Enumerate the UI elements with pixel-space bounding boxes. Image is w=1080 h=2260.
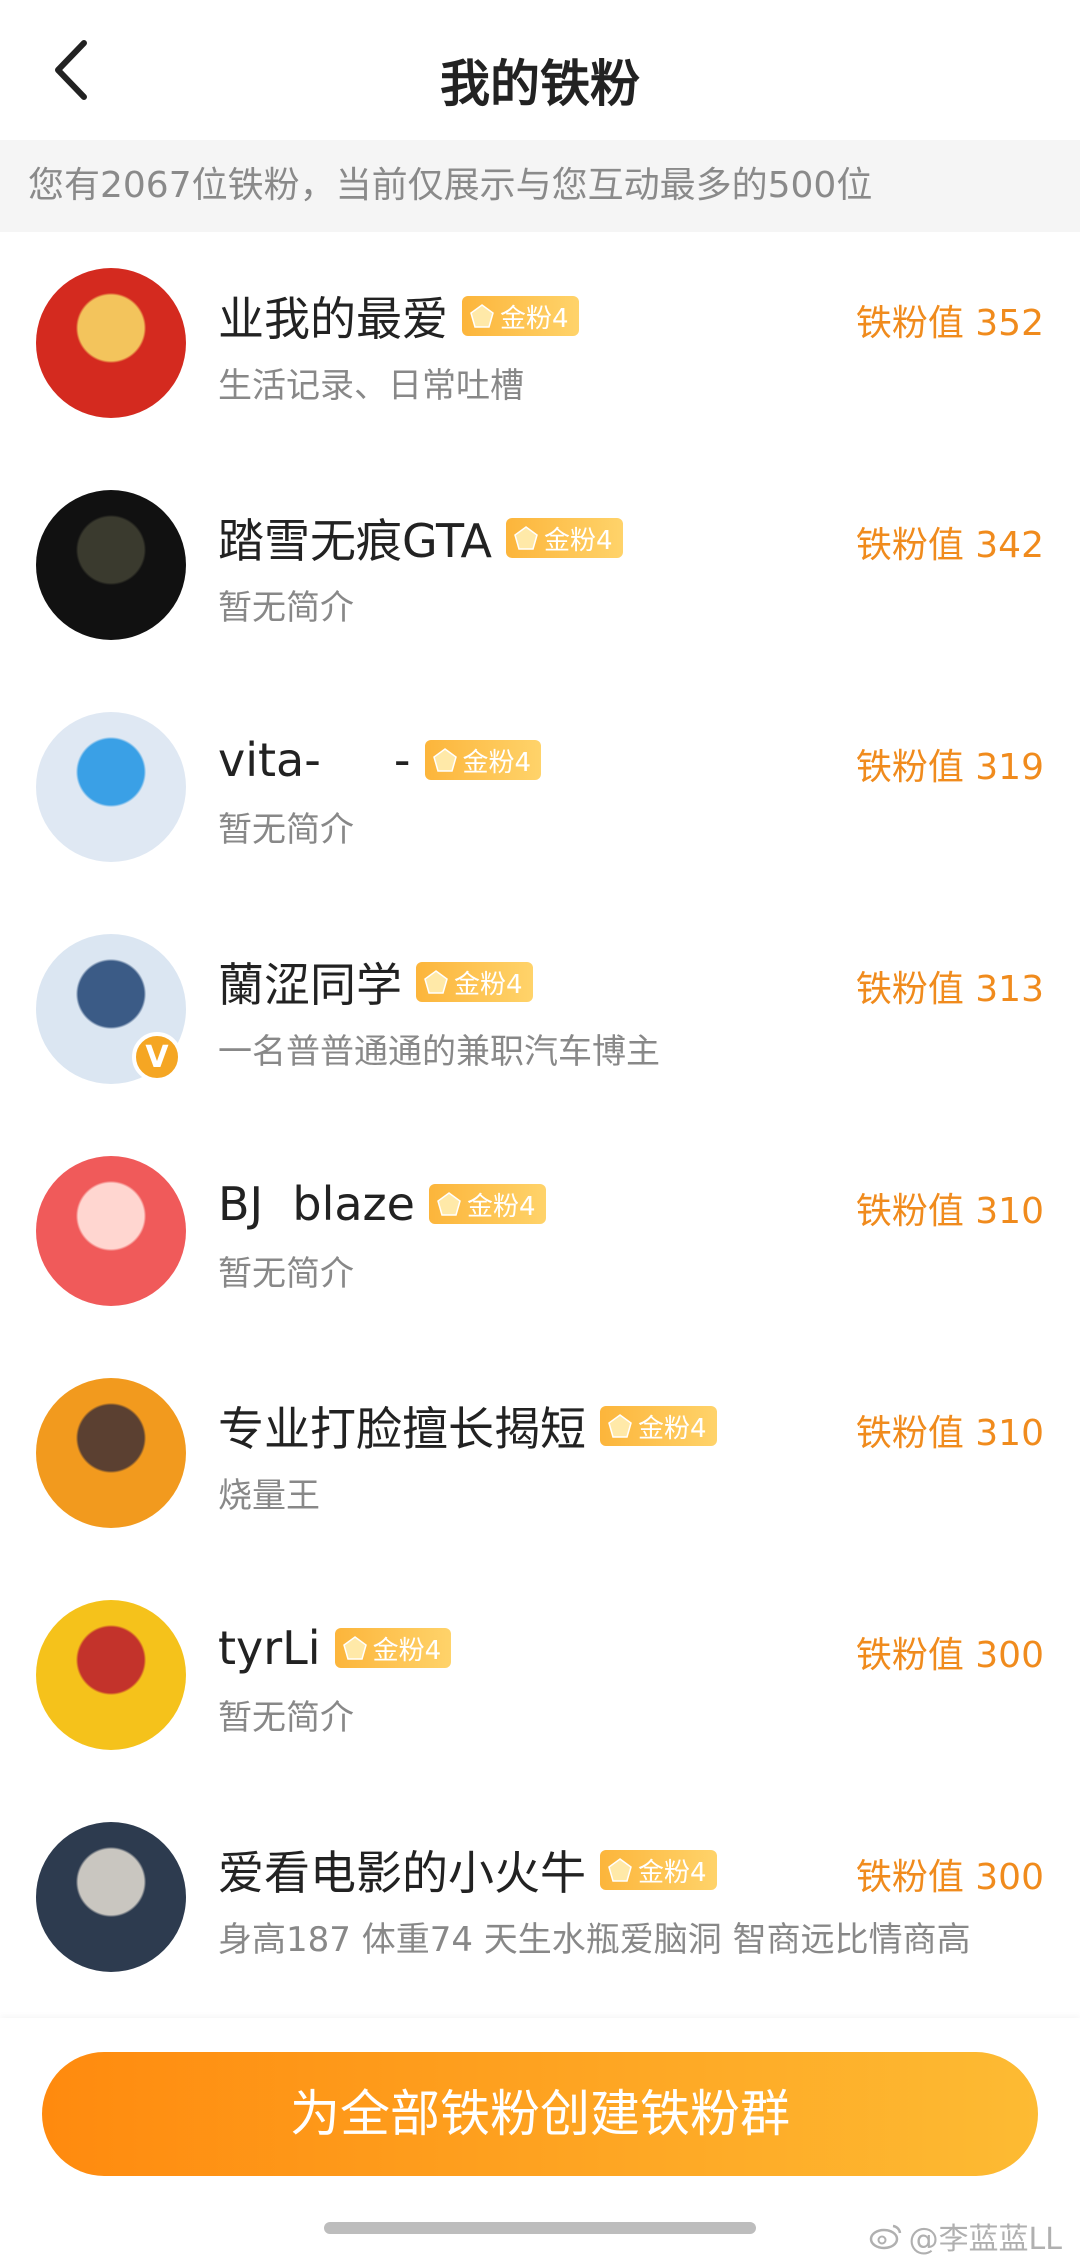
gem-icon bbox=[470, 304, 494, 328]
fan-bio: 暂无简介 bbox=[218, 588, 354, 628]
fan-bio: 生活记录、日常吐槽 bbox=[218, 366, 524, 406]
fan-score: 铁粉值 352 bbox=[855, 303, 1044, 344]
fan-row[interactable]: V 蘭涩同学 金粉4 一名普普通通的兼职汽车博主 铁粉值 313 bbox=[0, 898, 1080, 1120]
fan-level-label: 金粉4 bbox=[500, 303, 569, 334]
gem-icon bbox=[608, 1414, 632, 1438]
avatar[interactable] bbox=[36, 268, 186, 418]
name-line: tyrLi 金粉4 bbox=[218, 1616, 452, 1680]
name-line: 爱看电影的小火牛 金粉4 bbox=[218, 1838, 717, 1902]
fan-name[interactable]: tyrLi bbox=[218, 1621, 321, 1675]
fan-level-label: 金粉4 bbox=[466, 1191, 536, 1222]
fan-row[interactable]: tyrLi 金粉4 暂无简介 铁粉值 300 bbox=[0, 1564, 1080, 1786]
fan-row[interactable]: 踏雪无痕GTA 金粉4 暂无简介 铁粉值 342 bbox=[0, 454, 1080, 676]
fan-level-badge: 金粉4 bbox=[334, 1628, 452, 1668]
fan-level-badge: 金粉4 bbox=[600, 1850, 717, 1890]
fan-level-label: 金粉4 bbox=[638, 1413, 707, 1444]
create-fan-group-button[interactable]: 为全部铁粉创建铁粉群 bbox=[42, 2052, 1038, 2176]
fan-name[interactable]: 专业打脸擅长揭短 bbox=[218, 1393, 586, 1459]
fan-level-label: 金粉4 bbox=[638, 1857, 707, 1888]
fan-name[interactable]: 爱看电影的小火牛 bbox=[218, 1837, 586, 1903]
fan-bio: 一名普普通通的兼职汽车博主 bbox=[218, 1032, 660, 1072]
gem-icon bbox=[608, 1858, 632, 1882]
fan-name[interactable]: 业我的最爱 bbox=[218, 283, 448, 349]
fan-score: 铁粉值 310 bbox=[855, 1413, 1044, 1454]
weibo-icon bbox=[869, 2224, 901, 2250]
avatar[interactable] bbox=[36, 712, 186, 862]
fan-name[interactable]: vita- - bbox=[218, 733, 411, 787]
verified-badge: V bbox=[132, 1032, 182, 1082]
fan-level-badge: 金粉4 bbox=[424, 740, 542, 780]
fan-score: 铁粉值 313 bbox=[855, 969, 1044, 1010]
fan-score: 铁粉值 300 bbox=[855, 1857, 1044, 1898]
fan-bio: 身高187 体重74 天生水瓶爱脑洞 智商远比情商高 bbox=[218, 1920, 971, 1960]
fan-bio: 暂无简介 bbox=[218, 810, 354, 850]
gem-icon bbox=[437, 1192, 461, 1216]
page-title: 我的铁粉 bbox=[440, 55, 640, 113]
fan-level-label: 金粉4 bbox=[372, 1635, 442, 1666]
fan-row[interactable]: vita- - 金粉4 暂无简介 铁粉值 319 bbox=[0, 676, 1080, 898]
home-indicator[interactable] bbox=[324, 2222, 756, 2234]
fan-row[interactable]: 专业打脸擅长揭短 金粉4 烧量王 铁粉值 310 bbox=[0, 1342, 1080, 1564]
fan-bio: 暂无简介 bbox=[218, 1254, 354, 1294]
fan-list: 业我的最爱 金粉4 生活记录、日常吐槽 铁粉值 352 踏雪无痕GTA 金粉4 暂无简介 铁粉… bbox=[0, 232, 1080, 2008]
avatar[interactable] bbox=[36, 1822, 186, 1972]
fan-bio: 烧量王 bbox=[218, 1476, 320, 1516]
fan-score: 铁粉值 319 bbox=[855, 747, 1044, 788]
gem-icon bbox=[424, 970, 448, 994]
watermark: @李蓝蓝LL bbox=[869, 2214, 1062, 2258]
fan-score: 铁粉值 342 bbox=[855, 525, 1044, 566]
fan-level-badge: 金粉4 bbox=[506, 518, 623, 558]
fan-name[interactable]: 蘭涩同学 bbox=[218, 949, 402, 1015]
name-line: 专业打脸擅长揭短 金粉4 bbox=[218, 1394, 717, 1458]
avatar[interactable] bbox=[36, 1378, 186, 1528]
fan-level-badge: 金粉4 bbox=[600, 1406, 717, 1446]
gem-icon bbox=[342, 1636, 367, 1660]
fan-row[interactable]: BJ blaze 金粉4 暂无简介 铁粉值 310 bbox=[0, 1120, 1080, 1342]
name-line: 踏雪无痕GTA 金粉4 bbox=[218, 506, 623, 570]
fan-level-badge: 金粉4 bbox=[428, 1184, 546, 1224]
fan-level-label: 金粉4 bbox=[462, 747, 532, 778]
fan-bio: 暂无简介 bbox=[218, 1698, 354, 1738]
avatar[interactable] bbox=[36, 1600, 186, 1750]
fan-level-badge: 金粉4 bbox=[462, 296, 579, 336]
fan-name[interactable]: 踏雪无痕GTA bbox=[218, 505, 492, 571]
bottom-bar: 为全部铁粉创建铁粉群 @李蓝蓝LL bbox=[0, 2018, 1080, 2260]
name-line: vita- - 金粉4 bbox=[218, 728, 542, 792]
avatar[interactable] bbox=[36, 490, 186, 640]
name-line: 业我的最爱 金粉4 bbox=[218, 284, 579, 348]
fan-level-badge: 金粉4 bbox=[416, 962, 533, 1002]
gem-icon bbox=[514, 526, 538, 550]
fan-level-label: 金粉4 bbox=[544, 525, 613, 556]
name-line: 蘭涩同学 金粉4 bbox=[218, 950, 533, 1014]
avatar[interactable] bbox=[36, 1156, 186, 1306]
watermark-text: @李蓝蓝LL bbox=[908, 2222, 1062, 2257]
header: 我的铁粉 bbox=[0, 0, 1080, 140]
fan-row[interactable]: 业我的最爱 金粉4 生活记录、日常吐槽 铁粉值 352 bbox=[0, 232, 1080, 454]
fan-count-notice: 您有2067位铁粉，当前仅展示与您互动最多的500位 bbox=[0, 140, 1080, 232]
fan-row[interactable]: 爱看电影的小火牛 金粉4 身高187 体重74 天生水瓶爱脑洞 智商远比情商高 铁粉值… bbox=[0, 1786, 1080, 2008]
gem-icon bbox=[432, 748, 457, 772]
name-line: BJ blaze 金粉4 bbox=[218, 1172, 546, 1236]
fan-score: 铁粉值 300 bbox=[855, 1635, 1044, 1676]
fan-name[interactable]: BJ blaze bbox=[218, 1177, 415, 1231]
fan-level-label: 金粉4 bbox=[454, 969, 523, 1000]
fan-score: 铁粉值 310 bbox=[855, 1191, 1044, 1232]
